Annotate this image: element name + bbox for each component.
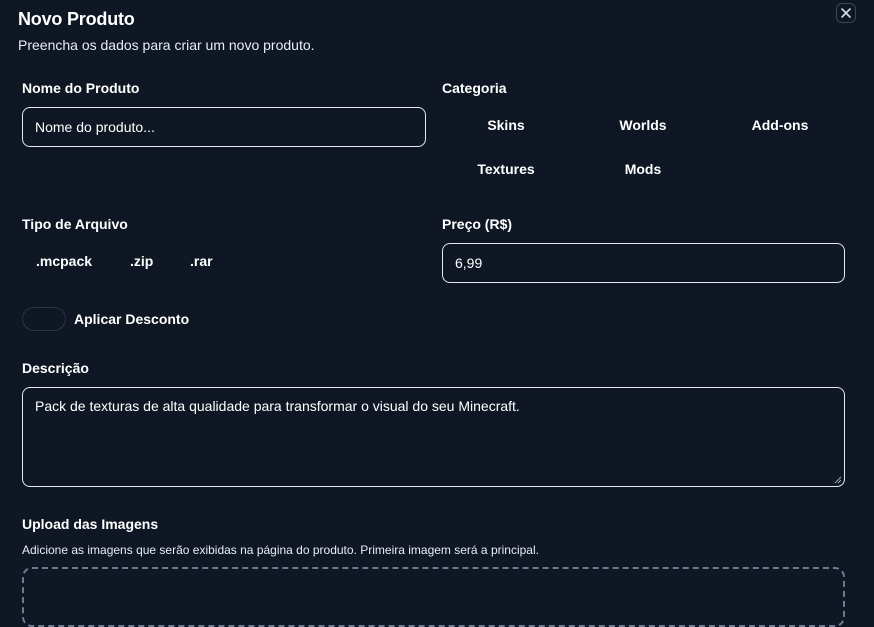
description-textarea[interactable]: Pack de texturas de alta qualidade para … xyxy=(22,387,845,487)
category-option-worlds[interactable]: Worlds xyxy=(603,117,683,133)
product-name-label: Nome do Produto xyxy=(22,80,140,96)
discount-toggle[interactable] xyxy=(22,307,66,331)
new-product-dialog: Novo Produto Preencha os dados para cria… xyxy=(0,0,874,627)
close-icon xyxy=(841,8,851,18)
price-input[interactable]: 6,99 xyxy=(442,243,845,283)
dialog-title: Novo Produto xyxy=(18,9,135,29)
resize-grip-icon[interactable] xyxy=(834,476,842,484)
category-label: Categoria xyxy=(442,80,507,96)
price-value: 6,99 xyxy=(455,255,483,271)
file-type-option-zip[interactable]: .zip xyxy=(130,253,153,269)
upload-label: Upload das Imagens xyxy=(22,516,159,532)
category-option-skins[interactable]: Skins xyxy=(466,117,546,133)
description-value: Pack de texturas de alta qualidade para … xyxy=(35,398,520,414)
image-dropzone[interactable] xyxy=(22,567,845,627)
file-type-option-rar[interactable]: .rar xyxy=(190,253,213,269)
upload-help-text: Adicione as imagens que serão exibidas n… xyxy=(22,543,539,557)
description-label: Descrição xyxy=(22,360,89,376)
dialog-subtitle: Preencha os dados para criar um novo pro… xyxy=(18,37,315,53)
file-type-option-mcpack[interactable]: .mcpack xyxy=(36,253,92,269)
product-name-placeholder: Nome do produto... xyxy=(35,119,155,135)
category-option-addons[interactable]: Add-ons xyxy=(740,117,820,133)
product-name-input[interactable]: Nome do produto... xyxy=(22,107,426,147)
close-button[interactable] xyxy=(836,3,856,23)
category-option-textures[interactable]: Textures xyxy=(466,161,546,177)
file-type-label: Tipo de Arquivo xyxy=(22,216,128,232)
price-label: Preço (R$) xyxy=(442,216,513,232)
discount-label: Aplicar Desconto xyxy=(74,311,190,327)
category-option-mods[interactable]: Mods xyxy=(603,161,683,177)
